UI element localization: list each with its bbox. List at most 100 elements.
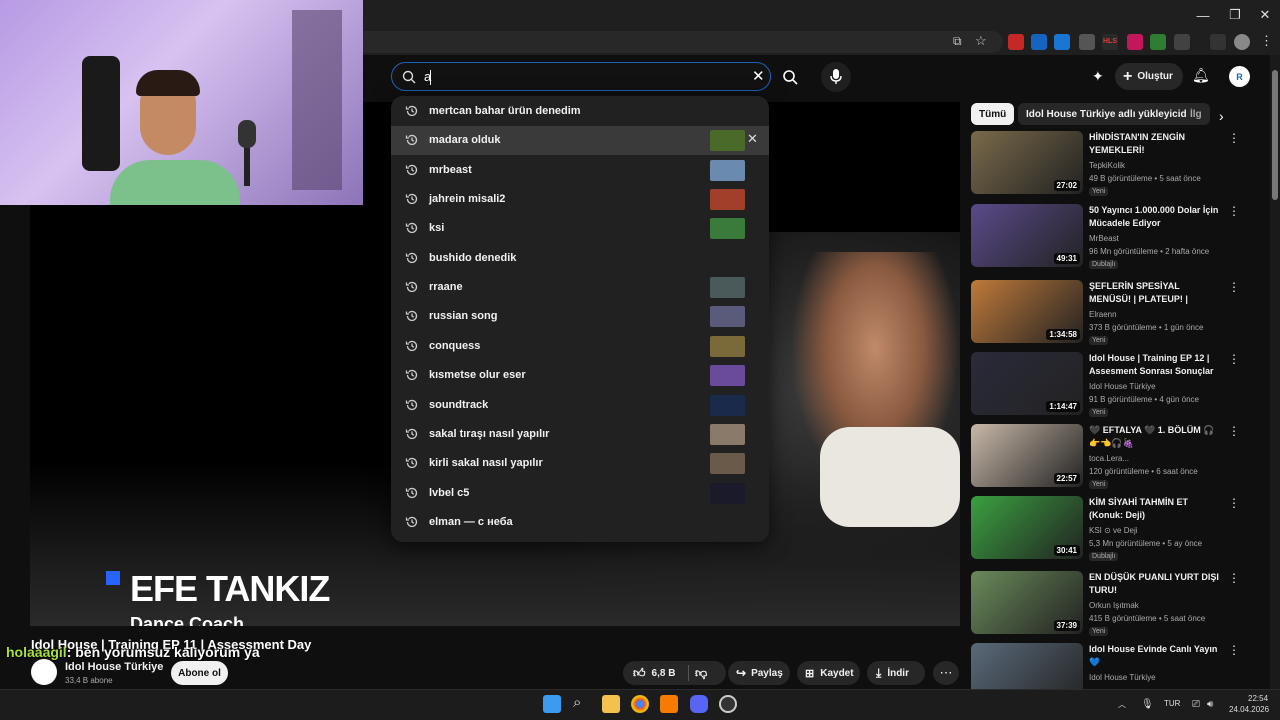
more-actions-icon[interactable]: ⋯ [933, 661, 959, 685]
scrollbar-thumb[interactable] [1272, 70, 1278, 200]
channel-name[interactable]: Idol House Türkiye [65, 661, 163, 673]
download-extension-icon[interactable] [1079, 34, 1095, 50]
search-suggestion-item[interactable]: jahrein misali2 [391, 185, 769, 214]
search-button[interactable] [773, 62, 807, 92]
search-suggestion-item[interactable]: kirli sakal nasıl yapılır [391, 449, 769, 478]
extension-icon[interactable] [1054, 34, 1070, 50]
recommended-video[interactable]: 27:02 HİNDİSTAN'IN ZENGİN YEMEKLERİ! Tepki… [971, 131, 1261, 197]
more-options-icon[interactable]: ⋮ [1228, 643, 1240, 657]
video-channel[interactable]: TepkiKolik [1089, 161, 1125, 170]
file-explorer-icon[interactable] [602, 695, 620, 713]
subscribe-button[interactable]: Abone ol [171, 661, 228, 685]
hls-extension-icon[interactable]: HLS [1102, 34, 1118, 50]
video-title[interactable]: EN DÜŞÜK PUANLI YURT DIŞI TURU! [1089, 571, 1219, 597]
extensions-puzzle-icon[interactable] [1174, 34, 1190, 50]
recommended-video[interactable]: 37:39 EN DÜŞÜK PUANLI YURT DIŞI TURU! Orku… [971, 571, 1261, 637]
search-suggestion-item[interactable]: ksi [391, 214, 769, 243]
clock-time[interactable]: 22:54 [1248, 694, 1268, 703]
network-icon[interactable]: ⎚ [1192, 699, 1200, 710]
more-options-icon[interactable]: ⋮ [1228, 352, 1240, 366]
like-count[interactable]: 6,8 B [652, 668, 676, 679]
browser-menu-icon[interactable]: ⋮ [1260, 33, 1273, 49]
video-thumbnail[interactable]: 22:57 [971, 424, 1083, 487]
video-channel[interactable]: Idol House Türkiye [1089, 673, 1156, 682]
chrome-icon[interactable] [631, 695, 649, 713]
chip-related[interactable]: İlg [1186, 103, 1210, 125]
clear-search-icon[interactable]: ✕ [752, 67, 765, 85]
address-bar[interactable]: ⧉ ☆ [363, 31, 1003, 53]
video-thumbnail[interactable]: 49:31 [971, 204, 1083, 267]
video-thumbnail[interactable]: 27:02 [971, 131, 1083, 194]
search-suggestion-item[interactable]: russian song [391, 302, 769, 331]
extension-icon[interactable] [1008, 34, 1024, 50]
search-suggestion-item[interactable]: rraane [391, 273, 769, 302]
more-options-icon[interactable]: ⋮ [1228, 131, 1240, 145]
volume-icon[interactable]: 🔊︎ [1207, 699, 1213, 710]
search-suggestion-item[interactable]: bushido denedik [391, 244, 769, 273]
taskbar-search-icon[interactable]: ⌕ [573, 694, 581, 711]
extension-icon[interactable] [1127, 34, 1143, 50]
video-channel[interactable]: KSI ⊙ ve Deji [1089, 526, 1138, 535]
video-thumbnail[interactable]: 1:14:47 [971, 352, 1083, 415]
microphone-tray-icon[interactable]: 🎙︎ [1141, 699, 1154, 710]
recommended-video[interactable]: 1:34:58 ŞEFLERİN SPESİYAL MENÜSÜ! | PLATE… [971, 280, 1261, 346]
channel-avatar[interactable] [31, 659, 57, 685]
recommended-video[interactable]: 1:14:47 Idol House | Training EP 12 | Ass… [971, 352, 1261, 418]
close-window-icon[interactable]: ✕ [1248, 4, 1280, 26]
minimize-icon[interactable]: — [1186, 4, 1220, 26]
recommended-video[interactable]: 49:31 50 Yayıncı 1.000.000 Dolar İçin Müc… [971, 204, 1261, 270]
chip-from-uploader[interactable]: Idol House Türkiye adlı yükleyiciden [1018, 103, 1207, 125]
video-thumbnail[interactable]: 30:41 [971, 496, 1083, 559]
recommended-video[interactable]: 30:41 KİM SİYAHİ TAHMİN ET (Konuk: Deji) K… [971, 496, 1261, 562]
search-suggestion-item[interactable]: soundtrack [391, 391, 769, 420]
video-title[interactable]: 🖤 EFTALYA 🖤 1. BÖLÜM 🎧 👉👈🎧🍇 [1089, 424, 1219, 450]
search-suggestion-item[interactable]: mertcan bahar ürün denedim [391, 97, 769, 126]
search-suggestion-item[interactable]: elman — с неба [391, 508, 769, 537]
video-channel[interactable]: Idol House Türkiye [1089, 382, 1156, 391]
extension-icon[interactable] [1150, 34, 1166, 50]
video-title[interactable]: Idol House Evinde Canlı Yayın 💙 [1089, 643, 1219, 669]
share-button[interactable]: ↪ Paylaş [728, 661, 790, 685]
notifications-bell-icon[interactable]: 🔔︎ [1192, 67, 1210, 84]
windows-start-icon[interactable] [543, 695, 561, 713]
video-channel[interactable]: MrBeast [1089, 234, 1119, 243]
clock-date[interactable]: 24.04.2026 [1229, 705, 1269, 714]
like-icon[interactable]: 👍︎ [633, 666, 646, 681]
video-thumbnail[interactable]: 1:34:58 [971, 280, 1083, 343]
more-options-icon[interactable]: ⋮ [1228, 571, 1240, 585]
video-channel[interactable]: Orkun Işıtmak [1089, 601, 1139, 610]
tray-chevron-up-icon[interactable]: ︿ [1118, 699, 1126, 710]
search-box[interactable]: a ✕ [391, 62, 771, 91]
bookmark-star-icon[interactable]: ☆ [975, 33, 987, 49]
discord-icon[interactable] [690, 695, 708, 713]
video-title[interactable]: HİNDİSTAN'IN ZENGİN YEMEKLERİ! [1089, 131, 1219, 157]
account-avatar[interactable]: R [1229, 66, 1250, 87]
search-suggestion-item[interactable]: madara olduk ✕ [391, 126, 769, 156]
chip-all[interactable]: Tümü [971, 103, 1015, 125]
remove-suggestion-icon[interactable]: ✕ [747, 131, 758, 147]
search-suggestion-item[interactable]: sakal tıraşı nasıl yapılır [391, 420, 769, 449]
more-options-icon[interactable]: ⋮ [1228, 424, 1240, 438]
video-title[interactable]: 50 Yayıncı 1.000.000 Dolar İçin Mücadele… [1089, 204, 1219, 230]
browser-app-icon[interactable] [660, 695, 678, 713]
premium-icon[interactable]: ✦ [1092, 68, 1104, 85]
language-indicator[interactable]: TUR [1164, 699, 1180, 708]
save-button[interactable]: ⊞ Kaydet [797, 661, 860, 685]
create-button[interactable]: + Oluştur [1115, 63, 1183, 90]
install-app-icon[interactable]: ⧉ [953, 34, 962, 49]
video-title[interactable]: Idol House | Training EP 12 | Assesment … [1089, 352, 1219, 378]
app-icon[interactable] [719, 695, 737, 713]
recommended-video[interactable]: 22:57 🖤 EFTALYA 🖤 1. BÖLÜM 🎧 👉👈🎧🍇 toca.Ler… [971, 424, 1261, 490]
search-suggestion-item[interactable]: lvbel c5 [391, 479, 769, 508]
more-options-icon[interactable]: ⋮ [1228, 204, 1240, 218]
search-suggestion-item[interactable]: kısmetse olur eser [391, 361, 769, 390]
video-title[interactable]: ŞEFLERİN SPESİYAL MENÜSÜ! | PLATEUP! | M… [1089, 280, 1219, 306]
dislike-icon[interactable]: 👎︎ [695, 666, 707, 681]
restore-icon[interactable]: ❐ [1218, 4, 1252, 26]
search-suggestion-item[interactable]: mrbeast [391, 156, 769, 185]
profile-avatar[interactable] [1234, 34, 1250, 50]
more-options-icon[interactable]: ⋮ [1228, 496, 1240, 510]
search-suggestion-item[interactable]: conquess [391, 332, 769, 361]
video-channel[interactable]: Elraenn [1089, 310, 1117, 319]
download-button[interactable]: ⤓ İndir [867, 661, 925, 685]
